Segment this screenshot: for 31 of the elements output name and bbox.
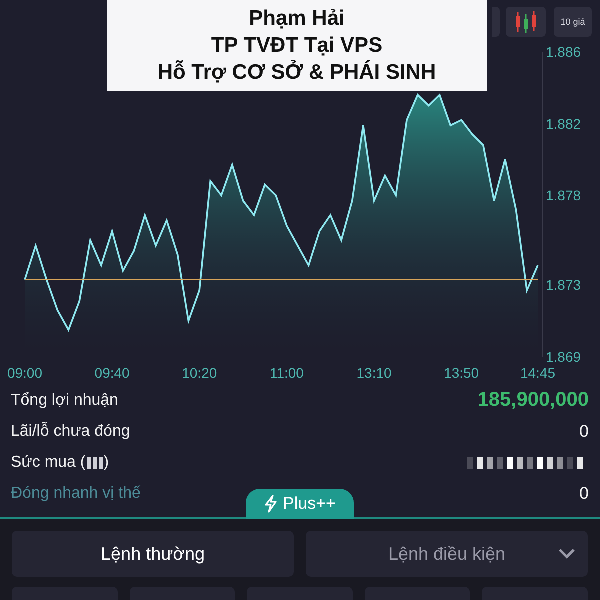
plus-tab[interactable]: Plus++ — [246, 489, 354, 519]
caption-line: TP TVĐT Tại VPS — [211, 33, 383, 59]
x-axis-label: 10:20 — [182, 365, 218, 381]
order-type-tab[interactable]: Lệnh điều kiện — [306, 531, 588, 577]
x-axis-label: 13:10 — [356, 365, 392, 381]
x-axis-label: 13:50 — [444, 365, 480, 381]
y-axis-label: 1.886 — [546, 44, 582, 60]
y-axis-label: 1.882 — [546, 116, 582, 132]
row-label: Sức mua ( — [11, 454, 86, 472]
price-levels-button[interactable]: 10 giá — [554, 7, 592, 37]
candlestick-button[interactable] — [506, 7, 546, 37]
row-label[interactable]: Đóng nhanh vị thế — [11, 484, 141, 502]
row-label: Lãi/lỗ chưa đóng — [11, 422, 130, 440]
y-axis-label: 1.873 — [546, 277, 582, 294]
y-axis-label: 1.869 — [546, 349, 582, 365]
x-axis-label: 09:00 — [7, 365, 43, 381]
row-value: 185,900,000 — [478, 389, 589, 412]
redacted-mark — [86, 456, 103, 468]
row-label: Tổng lợi nhuận — [11, 392, 118, 410]
caption-line: Hỗ Trợ CƠ SỞ & PHÁI SINH — [158, 59, 436, 86]
row-value: 0 — [580, 422, 589, 442]
lightning-icon — [264, 495, 278, 513]
row-label: ) — [104, 454, 110, 472]
caption-line: Phạm Hải — [249, 6, 345, 32]
x-axis-label: 14:45 — [520, 365, 556, 381]
x-axis-label: 09:40 — [94, 365, 130, 381]
y-axis-label: 1.878 — [546, 188, 582, 204]
candlestick-icon — [513, 10, 539, 34]
x-axis-label: 11:00 — [270, 365, 304, 381]
order-type-tab[interactable]: Lệnh thường — [12, 531, 294, 577]
row-value: 0 — [580, 484, 589, 504]
